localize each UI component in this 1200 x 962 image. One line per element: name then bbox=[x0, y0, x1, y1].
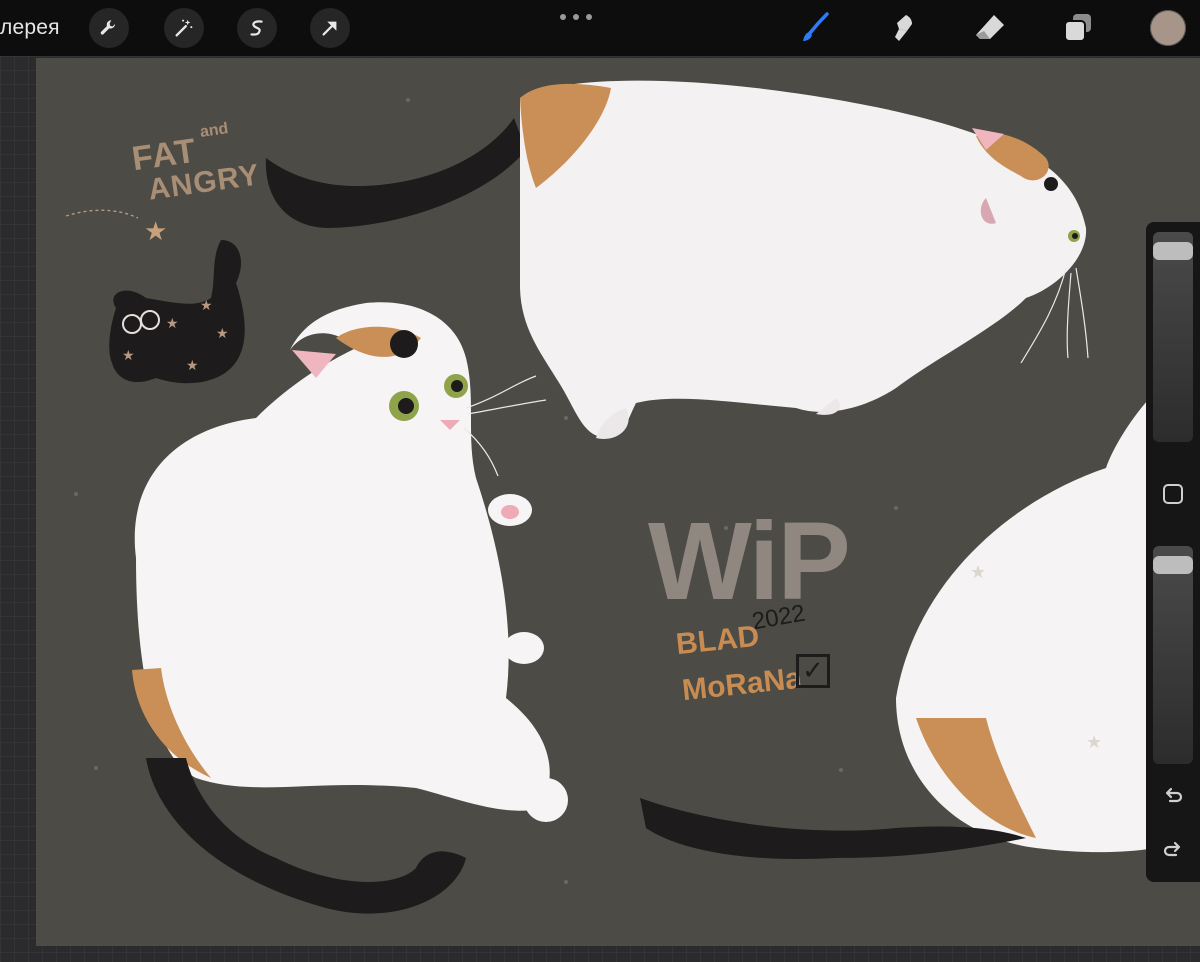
opacity-slider[interactable] bbox=[1153, 546, 1193, 764]
smudge-tool-button[interactable] bbox=[880, 6, 924, 50]
wip-text: WiP bbox=[648, 500, 851, 623]
svg-text:★: ★ bbox=[144, 217, 167, 247]
arrow-cursor-icon bbox=[322, 21, 337, 36]
brush-size-knob[interactable] bbox=[1153, 241, 1193, 260]
undo-icon bbox=[1165, 787, 1183, 803]
smudge-icon bbox=[895, 15, 912, 41]
top-toolbar: лерея bbox=[0, 0, 1200, 56]
svg-text:★: ★ bbox=[970, 562, 986, 583]
opacity-knob[interactable] bbox=[1153, 556, 1193, 574]
transform-button[interactable] bbox=[310, 8, 350, 48]
redo-button[interactable] bbox=[1161, 838, 1185, 862]
redo-icon bbox=[1163, 841, 1181, 857]
svg-text:★: ★ bbox=[166, 316, 179, 332]
magic-wand-icon bbox=[175, 19, 193, 37]
brush-icon bbox=[803, 12, 829, 41]
square-icon bbox=[1163, 484, 1183, 504]
selection-icon bbox=[250, 20, 263, 36]
svg-text:★: ★ bbox=[122, 348, 135, 364]
modify-button[interactable] bbox=[1161, 482, 1185, 506]
brush-size-slider[interactable] bbox=[1153, 232, 1193, 442]
layers-button[interactable] bbox=[1056, 6, 1100, 50]
drawing-canvas[interactable]: ★ ★ ★ ★ ★ ★ ★ ★ FAT and ANGRY WiP 2022 BLAD … bbox=[36, 58, 1200, 946]
color-picker-button[interactable] bbox=[1150, 10, 1186, 46]
actions-button[interactable] bbox=[89, 8, 129, 48]
wrench-icon bbox=[100, 20, 116, 35]
brush-tool-button[interactable] bbox=[793, 6, 837, 50]
gallery-button[interactable]: лерея bbox=[0, 16, 60, 40]
selection-button[interactable] bbox=[237, 8, 277, 48]
undo-button[interactable] bbox=[1161, 784, 1185, 808]
side-control-panel bbox=[1146, 222, 1200, 882]
svg-text:★: ★ bbox=[216, 326, 229, 342]
svg-text:★: ★ bbox=[186, 358, 199, 374]
eraser-tool-button[interactable] bbox=[968, 6, 1012, 50]
ellipsis-icon[interactable] bbox=[560, 8, 592, 26]
svg-text:★: ★ bbox=[1086, 732, 1102, 753]
checkbox-mark-icon: ✓ bbox=[796, 654, 830, 688]
svg-text:★: ★ bbox=[200, 298, 213, 314]
layers-icon bbox=[1064, 14, 1091, 42]
adjustments-button[interactable] bbox=[164, 8, 204, 48]
eraser-icon bbox=[976, 15, 1004, 39]
